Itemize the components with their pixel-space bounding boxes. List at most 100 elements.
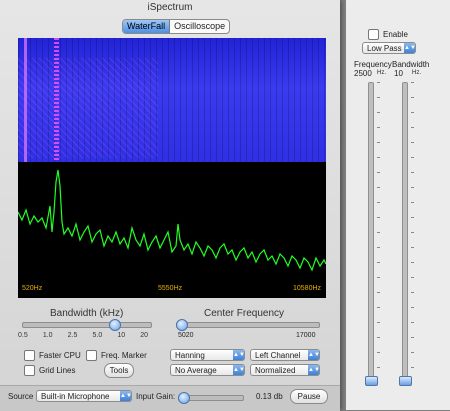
- enable-label: Enable: [383, 30, 408, 39]
- bandwidth-vertical-slider[interactable]: [402, 82, 408, 384]
- center-frequency-slider-knob[interactable]: [176, 319, 188, 331]
- slider-tick: [411, 352, 414, 353]
- faster-cpu-label: Faster CPU: [39, 351, 81, 360]
- pause-button[interactable]: Pause: [290, 389, 328, 404]
- channel-popup[interactable]: Left Channel ▲▼: [250, 349, 320, 361]
- slider-tick: [411, 232, 414, 233]
- slider-tick: [377, 262, 380, 263]
- slider-tick: [377, 322, 380, 323]
- grid-lines-label: Grid Lines: [39, 366, 76, 375]
- freq-label-left: 520Hz: [22, 285, 43, 292]
- window-function-value: Hanning: [175, 351, 205, 360]
- input-gain-label: Input Gain:: [136, 392, 176, 401]
- bottom-bar: Source Built-in Microphone ▲▼ Input Gain:…: [0, 385, 340, 411]
- bandwidth-slider-ticks: [411, 82, 415, 382]
- bandwidth-tick: 2.5: [67, 332, 78, 339]
- chevron-updown-icon: ▲▼: [233, 350, 245, 360]
- window-function-popup[interactable]: Hanning ▲▼: [170, 349, 245, 361]
- average-popup[interactable]: No Average ▲▼: [170, 364, 245, 376]
- tab-oscilloscope[interactable]: Oscilloscope: [170, 20, 229, 33]
- grid-lines-checkbox[interactable]: Grid Lines: [24, 365, 75, 376]
- bandwidth-slider-knob[interactable]: [399, 376, 412, 386]
- chevron-updown-icon: ▲▼: [404, 43, 416, 53]
- bandwidth-tick: 1.0: [42, 332, 53, 339]
- slider-tick: [377, 232, 380, 233]
- slider-tick: [377, 247, 380, 248]
- center-frequency-title: Center Frequency: [204, 308, 285, 319]
- center-frequency-slider[interactable]: [176, 322, 320, 328]
- source-popup[interactable]: Built-in Microphone ▲▼: [36, 390, 132, 402]
- chevron-updown-icon: ▲▼: [308, 365, 320, 375]
- slider-tick: [411, 127, 414, 128]
- bandwidth-tick: 0.5: [18, 332, 28, 339]
- checkbox-box[interactable]: [24, 365, 35, 376]
- slider-tick: [411, 367, 414, 368]
- frequency-value: 2500: [354, 69, 372, 78]
- slider-tick: [377, 307, 380, 308]
- bandwidth-tick: 20: [140, 332, 148, 339]
- enable-checkbox[interactable]: Enable: [368, 29, 408, 40]
- slider-tick: [377, 157, 380, 158]
- spectrum-line: [18, 169, 326, 272]
- bandwidth-slider[interactable]: [22, 322, 152, 328]
- tab-waterfall[interactable]: WaterFall: [123, 20, 171, 33]
- checkbox-box[interactable]: [24, 350, 35, 361]
- slider-tick: [411, 262, 414, 263]
- filter-bandwidth-value: 10: [394, 69, 403, 78]
- filter-bandwidth-unit: Hz.: [412, 70, 421, 76]
- chevron-updown-icon: ▲▼: [120, 391, 132, 401]
- slider-tick: [377, 277, 380, 278]
- average-value: No Average: [175, 366, 217, 375]
- freq-marker-checkbox[interactable]: Freq. Marker: [86, 350, 147, 361]
- slider-tick: [411, 322, 414, 323]
- input-gain-value: 0.13 db: [256, 392, 283, 401]
- slider-tick: [377, 352, 380, 353]
- filter-type-value: Low Pass: [367, 44, 402, 53]
- bandwidth-slider-knob[interactable]: [109, 319, 122, 331]
- bandwidth-ticks: 0.5 1.0 2.5 5.0 10 20: [18, 332, 148, 339]
- frequency-unit: Hz.: [377, 70, 386, 76]
- slider-tick: [377, 187, 380, 188]
- freq-label-right: 10580Hz: [293, 285, 322, 292]
- scale-popup[interactable]: Normalized ▲▼: [250, 364, 320, 376]
- frequency-label: Frequency: [354, 60, 392, 69]
- filter-type-popup[interactable]: Low Pass ▲▼: [362, 42, 416, 54]
- slider-tick: [411, 112, 414, 113]
- slider-tick: [377, 217, 380, 218]
- slider-tick: [411, 247, 414, 248]
- slider-tick: [411, 82, 414, 83]
- slider-tick: [411, 187, 414, 188]
- filter-panel: Enable Low Pass ▲▼ Frequency 2500 Hz. Ban…: [346, 0, 450, 410]
- source-label: Source: [8, 392, 34, 401]
- slider-tick: [377, 142, 380, 143]
- checkbox-box[interactable]: [86, 350, 97, 361]
- input-gain-knob[interactable]: [178, 392, 190, 404]
- slider-tick: [377, 337, 380, 338]
- slider-tick: [411, 97, 414, 98]
- waterfall-view: [18, 38, 326, 162]
- window-title: iSpectrum: [147, 2, 193, 13]
- source-value: Built-in Microphone: [41, 392, 110, 401]
- chevron-updown-icon: ▲▼: [308, 350, 320, 360]
- ispectrum-window: iSpectrum WaterFall Oscilloscope 520Hz 5…: [0, 0, 340, 411]
- bandwidth-tick: 10: [117, 332, 126, 339]
- slider-tick: [411, 307, 414, 308]
- slider-tick: [377, 112, 380, 113]
- slider-tick: [411, 202, 414, 203]
- slider-tick: [411, 142, 414, 143]
- slider-tick: [377, 292, 380, 293]
- bandwidth-tick: 5.0: [92, 332, 103, 339]
- tools-button[interactable]: Tools: [104, 363, 134, 378]
- slider-tick: [377, 127, 380, 128]
- faster-cpu-checkbox[interactable]: Faster CPU: [24, 350, 81, 361]
- view-mode-segmented-control[interactable]: WaterFall Oscilloscope: [122, 19, 231, 34]
- scale-value: Normalized: [255, 366, 296, 375]
- freq-marker-label: Freq. Marker: [101, 351, 147, 360]
- frequency-slider-knob[interactable]: [365, 376, 378, 386]
- frequency-slider-ticks: [377, 82, 381, 382]
- frequency-vertical-slider[interactable]: [368, 82, 374, 384]
- bandwidth-label: Bandwidth: [392, 60, 430, 69]
- slider-tick: [377, 97, 380, 98]
- slider-tick: [377, 367, 380, 368]
- checkbox-box[interactable]: [368, 29, 379, 40]
